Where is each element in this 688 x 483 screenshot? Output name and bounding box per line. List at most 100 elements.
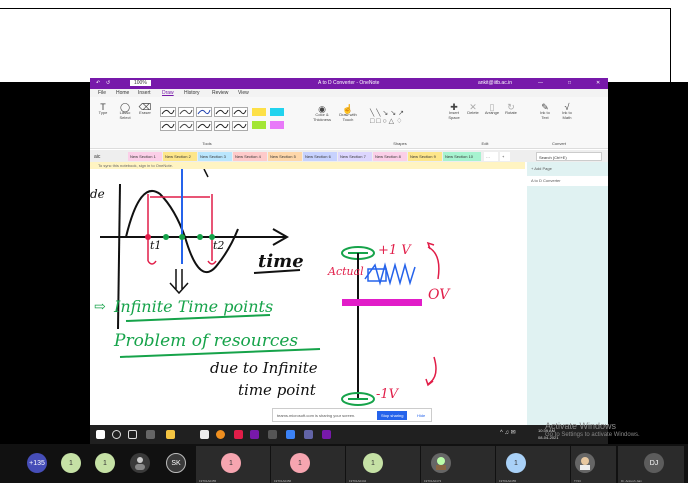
pen-9[interactable] [214,121,230,131]
tab-section-1[interactable]: New Section 1 [128,152,162,161]
participant-tile[interactable]: 1 19T01A0455 [196,446,270,483]
tile-name: 19T01A0442 [349,479,367,483]
tile-avatar: 1 [290,453,310,473]
account-name[interactable]: ankit@iitb.ac.in [478,80,512,86]
pen-5[interactable] [232,107,248,117]
delete-button[interactable]: ✕ Delete [466,103,480,116]
insert-space-button[interactable]: ✚ Insert Space [446,103,462,121]
tab-section-3[interactable]: New Section 3 [198,152,232,161]
tab-section-6[interactable]: New Section 6 [303,152,337,161]
pen-1[interactable] [160,107,176,117]
participant-tile[interactable]: 1 19T01A0455 [496,446,570,483]
more-participants-badge[interactable]: +135 [27,453,47,473]
participant-avatar[interactable]: 1 [95,453,115,473]
arrange-button[interactable]: ▯ Arrange [484,103,500,116]
pen-3[interactable] [196,107,212,117]
system-tray-icons[interactable]: ^ ♫ ✉ [500,429,516,436]
participant-avatar[interactable]: SK [166,453,186,473]
start-icon[interactable] [96,430,105,439]
chrome-icon[interactable] [216,430,225,439]
menu-insert[interactable]: Insert [138,90,151,96]
draw-with-touch-button[interactable]: ☝ Draw with Touch [336,105,360,123]
share-message: teams.microsoft.com is sharing your scre… [277,413,356,418]
watermark-line-2: Go to Settings to activate Windows. [545,432,640,438]
pen-2[interactable] [178,107,194,117]
onenote-taskbar-icon[interactable] [250,430,259,439]
ink-to-text-button[interactable]: ✎ Ink to Text [536,103,554,121]
menu-draw[interactable]: Draw [162,90,174,96]
edge-icon[interactable] [146,430,155,439]
add-page-button[interactable]: + Add Page [531,166,552,171]
menu-review[interactable]: Review [212,90,228,96]
file-explorer-icon[interactable] [166,430,175,439]
add-section-button[interactable]: + [500,152,510,161]
tile-name: 19T01A0456 [274,479,292,483]
infobar-text: To sync this notebook, sign in to OneNot… [98,163,173,168]
participant-tile[interactable]: 1 19T01A0456 [271,446,345,483]
highlighter-green[interactable] [252,121,266,129]
highlighter-yellow[interactable] [252,108,266,116]
menu-view[interactable]: View [238,90,249,96]
close-icon[interactable]: ✕ [596,80,600,86]
minimize-icon[interactable]: — [538,80,543,86]
participant-photo-avatar[interactable] [130,453,150,473]
menu-file[interactable]: File [98,90,106,96]
pen-10[interactable] [232,121,248,131]
ink-t2: t2 [213,239,225,252]
pen-4[interactable] [214,107,230,117]
tab-section-5[interactable]: New Section 5 [268,152,302,161]
page-item[interactable]: A to D Converter [527,176,608,186]
participant-tile[interactable]: DJ Dr. Ankush Jain [618,446,684,483]
tile-name: 19T01A0473 [424,479,442,483]
menu-history[interactable]: History [184,90,200,96]
participant-tile[interactable]: T723 [571,446,616,483]
tile-name: 19T01A0455 [499,479,517,483]
tab-section-2[interactable]: New Section 2 [163,152,197,161]
edit-group-label: Edit [481,141,489,146]
highlighter-magenta[interactable] [270,121,284,129]
teams-icon[interactable] [304,430,313,439]
pen-6[interactable] [160,121,176,131]
tab-section-7[interactable]: New Section 7 [338,152,372,161]
app-icon-2[interactable] [286,430,295,439]
ink-to-math-button[interactable]: √ Ink to Math [558,103,576,121]
type-button[interactable]: T Type [96,103,110,116]
sync-infobar[interactable]: To sync this notebook, sign in to OneNot… [90,162,525,169]
eraser-button[interactable]: ⌫ Eraser [138,103,152,116]
store-icon[interactable] [200,430,209,439]
pen-7[interactable] [178,121,194,131]
rotate-button[interactable]: ↻ Rotate [504,103,518,116]
participant-avatar[interactable]: 1 [61,453,81,473]
color-thickness-button[interactable]: ◉ Color & Thickness [310,105,334,123]
stop-sharing-button[interactable]: Stop sharing [377,411,408,420]
tab-section-9[interactable]: New Section 9 [408,152,442,161]
onenote-icon-2[interactable] [322,430,331,439]
participant-tile[interactable]: 1 19T01A0442 [346,446,420,483]
back-arrow-icon[interactable]: ↶ [96,80,100,86]
participant-tile[interactable]: 19T01A0473 [421,446,495,483]
highlighter-cyan[interactable] [270,108,284,116]
ink-infinite-time-points: Infinite Time points [114,297,274,316]
more-sections-button[interactable]: … [484,152,498,161]
shapes-gallery[interactable]: ╲╲↘↘↗ □□○△♢ [370,109,430,129]
page-list-panel: + Add Page A to D Converter [527,162,608,444]
maximize-icon[interactable]: □ [568,80,571,86]
search-icon[interactable] [112,430,121,439]
tab-section-4[interactable]: New Section 4 [233,152,267,161]
undo-icon[interactable]: ↺ [106,80,110,86]
note-canvas[interactable]: de t1 t2 time +1 V Actual OV -1V ⇨ Infin… [90,169,525,444]
shapes-group-label: Shapes [393,141,407,146]
search-input[interactable]: Search (Ctrl+E) [536,152,602,161]
tab-section-8[interactable]: New Section 8 [373,152,407,161]
notebook-selector[interactable]: aic [92,152,122,161]
hide-button[interactable]: Hide [417,413,425,418]
activate-windows-watermark: Activate Windows Go to Settings to activ… [545,422,640,440]
menu-home[interactable]: Home [116,90,129,96]
task-view-icon[interactable] [128,430,137,439]
app-icon-1[interactable] [268,430,277,439]
tab-section-10[interactable]: New Section 10 [443,152,481,161]
acrobat-icon[interactable] [234,430,243,439]
zoom-level[interactable]: 100% [130,80,151,86]
pen-8[interactable] [196,121,212,131]
lasso-select-button[interactable]: ◯ Lasso Select [118,103,132,121]
